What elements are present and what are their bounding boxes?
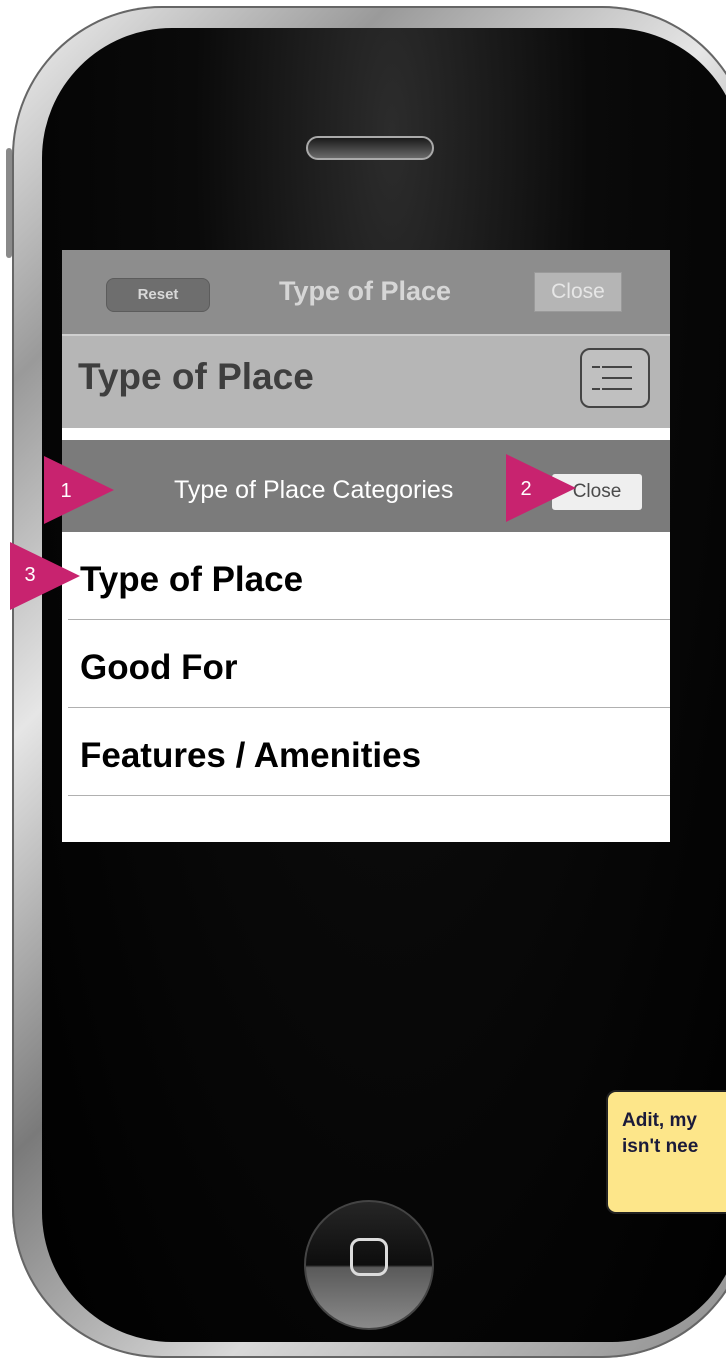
note-line-2: isn't nee — [622, 1136, 699, 1157]
list-menu-icon[interactable] — [580, 348, 650, 408]
callout-number: 2 — [520, 478, 532, 500]
reset-button[interactable]: Reset — [106, 278, 210, 312]
navbar-title: Type of Place — [278, 276, 452, 306]
home-square-icon — [350, 1238, 388, 1276]
callout-marker-3: 3 — [10, 542, 80, 610]
note-line-1: Adit, my — [622, 1110, 697, 1131]
close-button[interactable]: Close — [534, 272, 622, 312]
modal-title: Type of Place Categories — [174, 476, 454, 504]
side-button — [6, 148, 12, 258]
category-item-type-of-place[interactable]: Type of Place — [68, 532, 670, 620]
speaker-grille — [306, 136, 434, 160]
callout-marker-2: 2 — [506, 454, 576, 522]
section-title: Type of Place — [78, 356, 314, 397]
callout-number: 1 — [60, 480, 72, 502]
callout-marker-1: 1 — [44, 456, 114, 524]
navigation-bar: Reset Type of Place Close — [62, 250, 670, 335]
category-list: Type of Place Good For Features / Amenit… — [68, 532, 670, 796]
category-item-features-amenities[interactable]: Features / Amenities — [68, 708, 670, 796]
category-item-good-for[interactable]: Good For — [68, 620, 670, 708]
callout-number: 3 — [24, 564, 36, 586]
home-button[interactable] — [304, 1200, 434, 1330]
phone-screen: Reset Type of Place Close Type of Place … — [62, 250, 670, 842]
section-header: Type of Place — [62, 334, 670, 428]
sticky-note: Adit, my isn't nee — [606, 1090, 726, 1214]
